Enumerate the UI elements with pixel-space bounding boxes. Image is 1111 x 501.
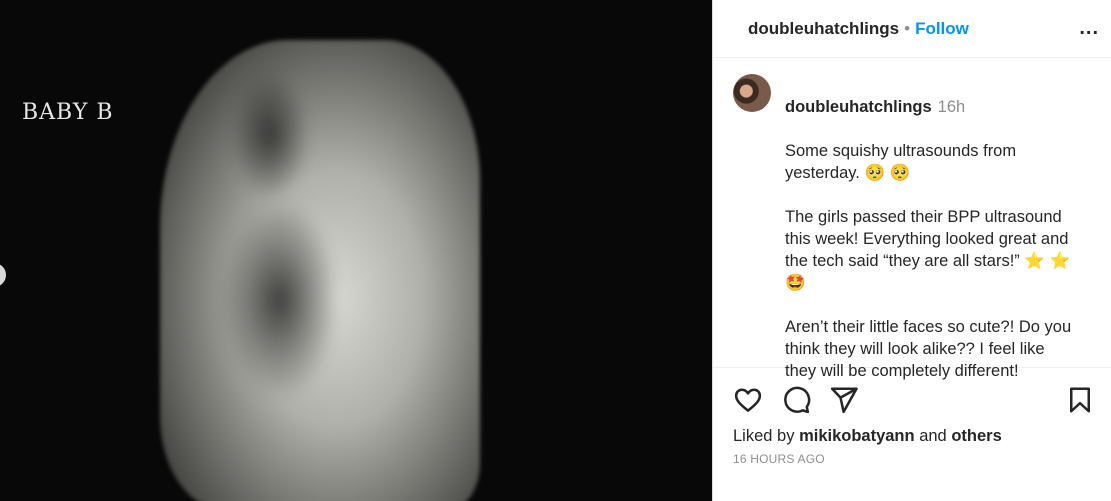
- comment-icon[interactable]: [781, 385, 811, 415]
- heart-icon[interactable]: [733, 385, 763, 415]
- action-bar: [733, 384, 1099, 416]
- likes-others-link[interactable]: others: [951, 427, 1001, 445]
- post-header: doubleuhatchlings • Follow ...: [713, 0, 1111, 58]
- caption: doubleuhatchlings 16h Some squishy ultras…: [785, 74, 1095, 380]
- caption-username[interactable]: doubleuhatchlings: [785, 98, 932, 116]
- more-options-button[interactable]: ...: [1079, 17, 1099, 40]
- post-sidebar: doubleuhatchlings • Follow ... doubleuha…: [712, 0, 1111, 501]
- likes-prefix: Liked by: [733, 427, 795, 445]
- avatar[interactable]: [733, 74, 771, 112]
- separator-dot: •: [904, 18, 911, 38]
- ultrasound-shadow: [230, 70, 310, 200]
- likes-line: Liked by mikikobatyann and others: [733, 427, 1002, 446]
- caption-paragraph-3: Aren’t their little faces so cute?! Do y…: [785, 318, 1072, 380]
- post-timestamp[interactable]: 16 HOURS AGO: [733, 452, 825, 466]
- bookmark-icon[interactable]: [1065, 385, 1095, 415]
- caption-area: doubleuhatchlings 16h Some squishy ultras…: [713, 58, 1111, 380]
- caption-time[interactable]: 16h: [938, 98, 966, 116]
- follow-button[interactable]: Follow: [915, 19, 969, 39]
- carousel-prev-button[interactable]: [0, 263, 6, 287]
- send-icon[interactable]: [829, 385, 859, 415]
- post-image[interactable]: BABY B: [0, 0, 712, 501]
- caption-paragraph-1: Some squishy ultrasounds from yesterday.…: [785, 142, 1017, 182]
- liked-by-user[interactable]: mikikobatyann: [799, 427, 915, 445]
- likes-conjunction: and: [919, 427, 947, 445]
- caption-paragraph-2: The girls passed their BPP ultrasound th…: [785, 208, 1071, 292]
- image-label: BABY B: [22, 100, 114, 125]
- header-username[interactable]: doubleuhatchlings: [748, 19, 899, 39]
- ultrasound-shadow: [220, 200, 340, 400]
